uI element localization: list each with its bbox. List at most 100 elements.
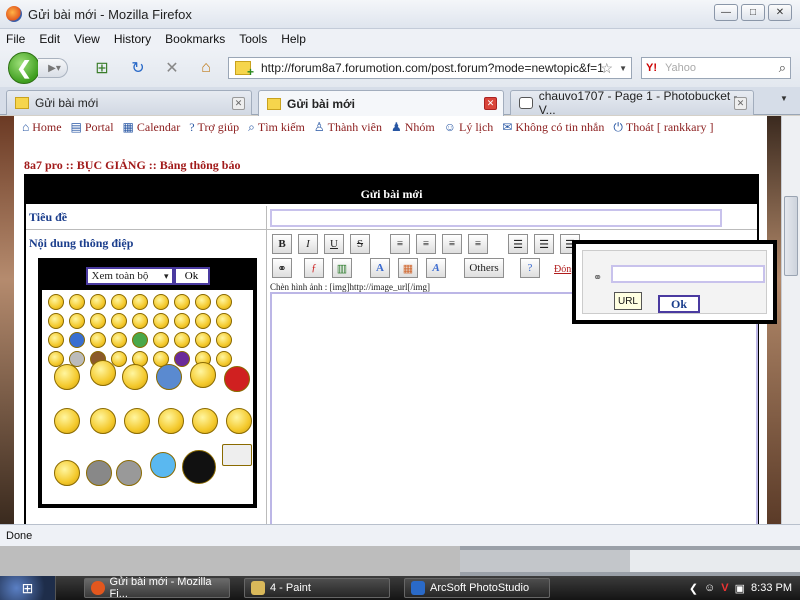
color-button[interactable]: ▦ xyxy=(398,258,418,278)
emoticon-icon[interactable] xyxy=(156,364,182,390)
emoticon-icon[interactable] xyxy=(111,313,127,329)
taskbar-item-paint[interactable]: 4 - Paint xyxy=(244,578,390,598)
nav-help-label[interactable]: Trợ giúp xyxy=(198,120,240,135)
start-button[interactable]: ⊞ xyxy=(0,576,56,600)
forward-button[interactable]: ▶▾ xyxy=(38,58,68,78)
emoticon-icon[interactable] xyxy=(195,313,211,329)
maximize-button[interactable]: □ xyxy=(741,4,765,21)
nav-portal[interactable]: ▤ Portal xyxy=(71,120,114,135)
emoticon-icon[interactable] xyxy=(132,332,148,348)
emoticon-icon[interactable] xyxy=(153,294,169,310)
emoticon-icon[interactable] xyxy=(48,332,64,348)
tab-close-icon[interactable]: ✕ xyxy=(232,96,245,110)
emoticon-icon[interactable] xyxy=(132,313,148,329)
others-button[interactable]: Others xyxy=(464,258,504,278)
tray-v-icon[interactable]: V xyxy=(721,582,728,594)
home-icon[interactable]: ⌂ xyxy=(196,59,216,77)
emoticon-icon[interactable] xyxy=(153,332,169,348)
nav-logout-label[interactable]: Thoát [ rankkary ] xyxy=(626,120,714,135)
emoticon-icon[interactable] xyxy=(132,294,148,310)
numbered-list-button[interactable]: ☰ xyxy=(534,234,554,254)
bookmark-star-icon[interactable]: ☆ xyxy=(600,60,613,77)
emoticon-icon[interactable] xyxy=(124,408,150,434)
emoticon-icon[interactable] xyxy=(90,332,106,348)
menu-history[interactable]: History xyxy=(114,32,151,46)
italic-button[interactable]: I xyxy=(298,234,318,254)
emoticon-icon[interactable] xyxy=(86,460,112,486)
tab-close-icon[interactable]: ✕ xyxy=(484,97,497,110)
emoticon-icon[interactable] xyxy=(54,460,80,486)
tray-smiley-icon[interactable]: ☺ xyxy=(704,582,715,594)
menu-view[interactable]: View xyxy=(74,32,100,46)
subject-input[interactable] xyxy=(270,209,722,227)
search-icon[interactable]: ⌕ xyxy=(779,60,786,76)
emoticon-icon[interactable] xyxy=(222,444,252,466)
underline-button[interactable]: U xyxy=(324,234,344,254)
bold-button[interactable]: B xyxy=(272,234,292,254)
emoticon-icon[interactable] xyxy=(174,313,190,329)
align-center-button[interactable]: ≡ xyxy=(416,234,436,254)
taskbar-item-firefox[interactable]: Gửi bài mới - Mozilla Fi... xyxy=(84,576,230,600)
emoticon-icon[interactable] xyxy=(48,294,64,310)
url-dropdown-icon[interactable]: ▼ xyxy=(619,64,627,73)
nav-search[interactable]: ⌕ Tìm kiếm xyxy=(248,120,305,135)
nav-profile[interactable]: ☺ Lý lịch xyxy=(444,120,494,135)
emoticon-icon[interactable] xyxy=(195,332,211,348)
tab-close-icon[interactable]: ✕ xyxy=(734,96,747,110)
bullet-list-button[interactable]: ☰ xyxy=(508,234,528,254)
url-bar[interactable]: http://forum8a7.forumotion.com/post.foru… xyxy=(228,57,632,79)
emoticon-icon[interactable] xyxy=(216,294,232,310)
message-textarea[interactable] xyxy=(270,292,758,524)
emoticon-icon[interactable] xyxy=(48,313,64,329)
tab-list-dropdown-icon[interactable]: ▼ xyxy=(780,94,794,108)
emoticon-icon[interactable] xyxy=(174,294,190,310)
menu-tools[interactable]: Tools xyxy=(239,32,267,46)
emoticon-icon[interactable] xyxy=(216,313,232,329)
clock[interactable]: 8:33 PM xyxy=(751,582,792,594)
tab-2[interactable]: Gửi bài mới ✕ xyxy=(258,90,504,116)
emoticon-icon[interactable] xyxy=(54,364,80,390)
reload-icon[interactable]: ↻ xyxy=(128,59,148,77)
menu-bookmarks[interactable]: Bookmarks xyxy=(165,32,225,46)
close-button[interactable]: ✕ xyxy=(768,4,792,21)
nav-groups[interactable]: ♟ Nhóm xyxy=(391,120,435,135)
emoticon-icon[interactable] xyxy=(90,360,116,386)
emoticon-category-select[interactable]: Xem toàn bộ xyxy=(85,267,174,285)
menu-file[interactable]: File xyxy=(6,32,25,46)
url-ok-button[interactable]: Ok xyxy=(658,295,700,313)
scrollbar-thumb[interactable] xyxy=(784,196,798,276)
url-text[interactable]: http://forum8a7.forumotion.com/post.foru… xyxy=(261,61,604,75)
help-icon[interactable]: ? xyxy=(520,258,540,278)
nav-groups-label[interactable]: Nhóm xyxy=(405,120,435,135)
nav-messages-label[interactable]: Không có tin nhắn xyxy=(515,120,604,135)
tray-app-icon[interactable]: ▣ xyxy=(735,582,745,595)
nav-help[interactable]: ? Trợ giúp xyxy=(189,120,239,135)
emoticon-icon[interactable] xyxy=(90,294,106,310)
flash-button[interactable]: ƒ xyxy=(304,258,324,278)
search-input[interactable]: Yahoo xyxy=(665,62,696,74)
nav-profile-label[interactable]: Lý lịch xyxy=(459,120,493,135)
video-button[interactable]: ▥ xyxy=(332,258,352,278)
url-input[interactable] xyxy=(611,265,765,283)
menu-help[interactable]: Help xyxy=(281,32,306,46)
menu-edit[interactable]: Edit xyxy=(39,32,60,46)
nav-search-label[interactable]: Tìm kiếm xyxy=(258,120,305,135)
emoticon-icon[interactable] xyxy=(182,450,216,484)
font-face-button[interactable]: A xyxy=(426,258,446,278)
emoticon-icon[interactable] xyxy=(224,366,250,392)
align-right-button[interactable]: ≡ xyxy=(442,234,462,254)
nav-logout[interactable]: ⏻ Thoát [ rankkary ] xyxy=(613,120,713,135)
tab-3[interactable]: chauvo1707 - Page 1 - Photobucket - V...… xyxy=(510,89,754,117)
emoticon-icon[interactable] xyxy=(69,313,85,329)
emoticon-icon[interactable] xyxy=(158,408,184,434)
nav-home-label[interactable]: Home xyxy=(32,120,61,135)
search-engine-icon[interactable]: Y! xyxy=(646,62,657,74)
nav-portal-label[interactable]: Portal xyxy=(85,120,114,135)
nav-members-label[interactable]: Thành viên xyxy=(328,120,382,135)
emoticon-ok-button[interactable]: Ok xyxy=(173,267,210,285)
emoticon-icon[interactable] xyxy=(192,408,218,434)
justify-button[interactable]: ≡ xyxy=(468,234,488,254)
vertical-scrollbar[interactable] xyxy=(781,116,800,524)
nav-calendar-label[interactable]: Calendar xyxy=(137,120,180,135)
minimize-button[interactable]: — xyxy=(714,4,738,21)
